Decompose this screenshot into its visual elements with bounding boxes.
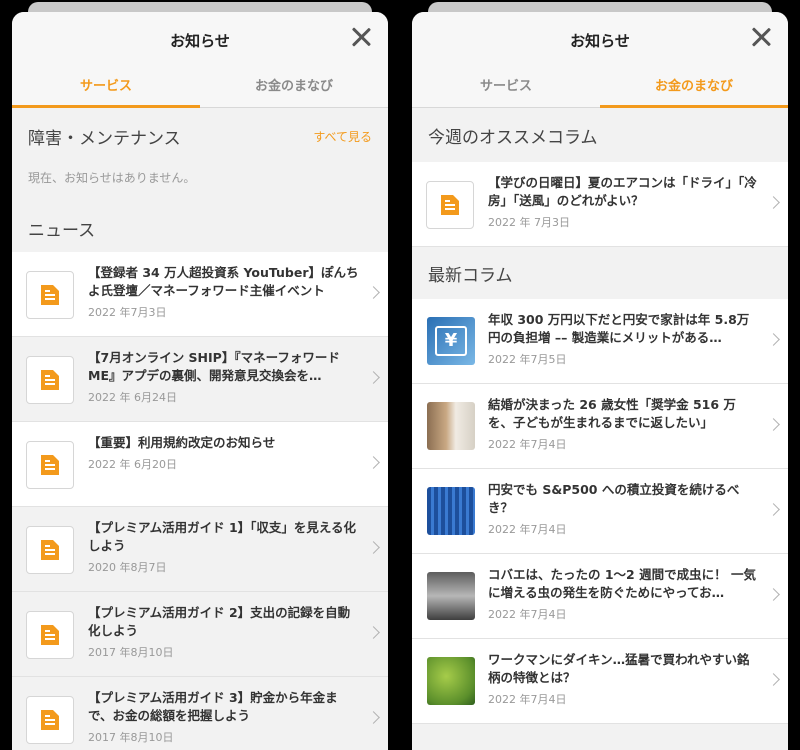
document-icon [26,611,74,659]
column-item[interactable]: コバエは、たったの 1〜2 週間で成虫に！ 一気に増える虫の発生を防ぐためにやっ… [412,554,788,639]
chevron-right-icon [767,503,780,516]
chevron-right-icon [367,286,380,299]
column-title: 【学びの日曜日】夏のエアコンは「ドライ」「冷房」「送風」のどれがよい？ [488,175,757,208]
chevron-right-icon [367,541,380,554]
panel-header: お知らせ サービス お金のまなび [12,12,388,108]
news-heading: ニュース [28,220,96,241]
news-item[interactable]: 【重要】利用規約改定のお知らせ 2022 年 6月20日 [12,422,388,507]
panel-title: お知らせ [170,32,230,50]
kitchen-sink-photo [427,572,475,620]
latest-column-list: ¥ 年収 300 万円以下だと円安で家計は年 5.8万円の負担増 –– 製造業にメ… [412,299,788,724]
news-item[interactable]: 【プレミアム活用ガイド 1】「収支」を見える化しよう 2020 年8月7日 [12,507,388,592]
document-icon [26,441,74,489]
tab-money-learning[interactable]: お金のまなび [600,74,788,108]
news-item[interactable]: 【プレミアム活用ガイド 2】支出の記録を自動化しよう 2017 年8月10日 [12,592,388,677]
chevron-right-icon [367,371,380,384]
document-icon [26,271,74,319]
news-title: 【プレミアム活用ガイド 1】「収支」を見える化しよう [88,520,357,553]
chevron-right-icon [767,333,780,346]
chevron-right-icon [367,626,380,639]
news-date: 2020 年8月7日 [88,561,167,574]
news-date: 2017 年8月10日 [88,731,174,744]
column-date: 2022 年7月4日 [488,693,567,706]
news-title: 【登録者 34 万人超投資系 YouTuber】ぽんちよ氏登壇／マネーフォワード… [88,265,359,298]
column-date: 2022 年7月4日 [488,608,567,621]
column-item[interactable]: ワークマンにダイキン…猛暑で買われやすい銘柄の特徴とは？ 2022 年7月4日 [412,639,788,724]
close-icon[interactable] [748,24,774,50]
featured-column-item[interactable]: 【学びの日曜日】夏のエアコンは「ドライ」「冷房」「送風」のどれがよい？ 2022… [412,162,788,247]
document-icon [26,526,74,574]
maintenance-empty-message: 現在、お知らせはありません。 [28,171,196,185]
chevron-right-icon [367,711,380,724]
weekly-heading: 今週のオススメコラム [428,127,598,148]
document-icon [426,181,474,229]
yen-sign-image: ¥ [427,317,475,365]
column-title: コバエは、たったの 1〜2 週間で成虫に！ 一気に増える虫の発生を防ぐためにやっ… [488,567,756,600]
document-icon [26,696,74,744]
news-date: 2022 年 6月20日 [88,458,177,471]
column-title: 円安でも S&P500 への積立投資を続けるべき？ [488,482,740,515]
maintenance-heading: 障害・メンテナンス [28,128,181,149]
tab-service[interactable]: サービス [412,74,600,107]
tab-bar: サービス お金のまなび [12,74,388,108]
news-item[interactable]: 【7月オンライン SHIP】『マネーフォワード ME』アプデの裏側、開発意見交換… [12,337,388,422]
column-item[interactable]: 結婚が決まった 26 歳女性「奨学金 516 万を、子どもが生まれるまでに返した… [412,384,788,469]
column-title: 年収 300 万円以下だと円安で家計は年 5.8万円の負担増 –– 製造業にメリ… [488,312,750,345]
notifications-panel-money: お知らせ サービス お金のまなび 今週のオススメコラム 【学びの日曜日】夏のエア… [412,12,788,750]
news-date: 2017 年8月10日 [88,646,174,659]
news-item[interactable]: 【プレミアム活用ガイド 3】貯金から年金まで、お金の総額を把握しよう 2017 年… [12,677,388,750]
chevron-right-icon [767,673,780,686]
news-date: 2022 年7月3日 [88,306,167,319]
news-date: 2022 年 6月24日 [88,391,177,404]
news-title: 【重要】利用規約改定のお知らせ [88,435,276,450]
panel-header: お知らせ サービス お金のまなび [412,12,788,108]
see-all-link[interactable]: すべて見る [313,128,372,145]
latest-section-header: 最新コラム [412,247,788,299]
notifications-panel-service: お知らせ サービス お金のまなび 障害・メンテナンス すべて見る 現在、お知らせ… [12,12,388,750]
panel-title: お知らせ [570,32,630,50]
plant-photo [427,657,475,705]
news-list: 【登録者 34 万人超投資系 YouTuber】ぽんちよ氏登壇／マネーフォワード… [12,252,388,750]
chevron-right-icon [767,196,780,209]
skyscraper-photo [427,487,475,535]
column-title: ワークマンにダイキン…猛暑で買われやすい銘柄の特徴とは？ [488,652,750,685]
column-title: 結婚が決まった 26 歳女性「奨学金 516 万を、子どもが生まれるまでに返した… [488,397,736,430]
tab-money-learning[interactable]: お金のまなび [200,74,388,107]
maintenance-section-header: 障害・メンテナンス すべて見る [12,108,388,164]
news-section-header: ニュース [12,204,388,252]
latest-heading: 最新コラム [428,265,513,286]
yen-icon: ¥ [435,326,467,356]
column-date: 2022 年7月5日 [488,353,567,366]
close-icon[interactable] [348,24,374,50]
column-date: 2022 年7月4日 [488,438,567,451]
chevron-right-icon [767,588,780,601]
column-date: 2022 年7月4日 [488,523,567,536]
column-date: 2022 年 7月3日 [488,216,570,229]
chevron-right-icon [767,418,780,431]
news-title: 【7月オンライン SHIP】『マネーフォワード ME』アプデの裏側、開発意見交換… [88,350,340,383]
chevron-right-icon [367,456,380,469]
weekly-section-header: 今週のオススメコラム [412,108,788,162]
woman-photo [427,402,475,450]
tab-bar: サービス お金のまなび [412,74,788,108]
column-item[interactable]: ¥ 年収 300 万円以下だと円安で家計は年 5.8万円の負担増 –– 製造業にメ… [412,299,788,384]
news-item[interactable]: 【登録者 34 万人超投資系 YouTuber】ぽんちよ氏登壇／マネーフォワード… [12,252,388,337]
news-title: 【プレミアム活用ガイド 2】支出の記録を自動化しよう [88,605,351,638]
news-title: 【プレミアム活用ガイド 3】貯金から年金まで、お金の総額を把握しよう [88,690,338,723]
tab-service[interactable]: サービス [12,74,200,108]
document-icon [26,356,74,404]
column-item[interactable]: 円安でも S&P500 への積立投資を続けるべき？ 2022 年7月4日 [412,469,788,554]
